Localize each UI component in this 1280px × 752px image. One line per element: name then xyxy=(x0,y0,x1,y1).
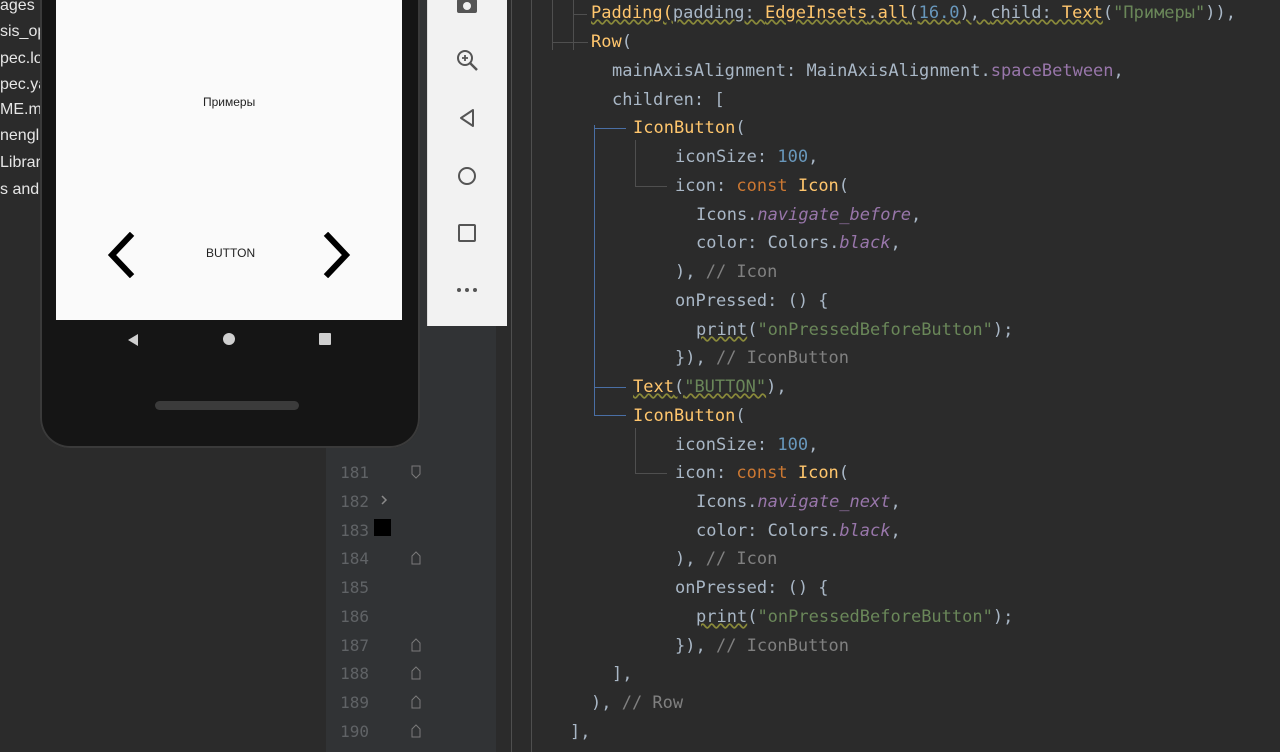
indent-guide-active xyxy=(594,125,595,415)
back-triangle-icon[interactable] xyxy=(126,332,140,348)
code-line[interactable]: icon: const Icon( xyxy=(675,463,849,483)
indent-guide xyxy=(573,14,587,15)
chevron-right-icon[interactable] xyxy=(320,232,354,278)
code-line[interactable]: ), // Icon xyxy=(675,262,777,282)
code-line[interactable]: color: Colors.black, xyxy=(696,521,901,541)
code-line[interactable]: children: [ xyxy=(612,90,725,110)
android-nav-bar xyxy=(56,320,402,360)
indent-guide xyxy=(635,140,636,187)
indent-guide xyxy=(531,0,532,752)
code-line[interactable]: ], xyxy=(612,664,632,684)
code-line[interactable]: IconButton( xyxy=(633,406,746,426)
code-line[interactable]: color: Colors.black, xyxy=(696,233,901,253)
indent-guide-active xyxy=(594,387,626,388)
code-line[interactable]: }), // IconButton xyxy=(675,348,849,368)
text-button-label: BUTTON xyxy=(206,246,256,260)
indent-guide xyxy=(635,428,636,473)
home-icon[interactable] xyxy=(451,160,483,192)
code-line[interactable]: Row( xyxy=(591,32,632,52)
camera-icon[interactable] xyxy=(451,0,483,22)
indent-guide xyxy=(511,0,512,752)
code-line[interactable]: IconButton( xyxy=(633,118,746,138)
code-line[interactable]: Icons.navigate_before, xyxy=(696,205,921,225)
indent-guide xyxy=(635,186,667,187)
home-circle-icon[interactable] xyxy=(222,332,236,346)
code-line[interactable]: Icons.navigate_next, xyxy=(696,492,901,512)
code-line[interactable]: icon: const Icon( xyxy=(675,176,849,196)
code-line[interactable]: ), // Row xyxy=(591,693,683,713)
emulator-screen[interactable]: Примеры BUTTON xyxy=(56,0,402,320)
code-line[interactable]: Padding(padding: EdgeInsets.all(16.0), c… xyxy=(591,3,1236,23)
more-icon[interactable] xyxy=(451,274,483,306)
indent-guide xyxy=(552,42,588,43)
recents-square-icon[interactable] xyxy=(318,332,332,346)
code-line[interactable]: print("onPressedBeforeButton"); xyxy=(696,320,1013,340)
back-icon[interactable] xyxy=(451,102,483,134)
code-line[interactable]: onPressed: () { xyxy=(675,291,829,311)
code-line[interactable]: iconSize: 100, xyxy=(675,147,818,167)
indent-guide-active xyxy=(594,128,626,129)
overview-icon[interactable] xyxy=(451,217,483,249)
code-line[interactable]: print("onPressedBeforeButton"); xyxy=(696,607,1013,627)
indent-guide-active xyxy=(594,415,626,416)
emulator-toolbar xyxy=(427,0,507,326)
code-line[interactable]: onPressed: () { xyxy=(675,578,829,598)
device-speaker xyxy=(155,401,299,410)
code-line[interactable]: Text("BUTTON"), xyxy=(633,377,787,397)
code-line[interactable]: iconSize: 100, xyxy=(675,435,818,455)
chevron-left-icon[interactable] xyxy=(104,232,138,278)
indent-guide xyxy=(635,473,667,474)
code-line[interactable]: mainAxisAlignment: MainAxisAlignment.spa… xyxy=(612,61,1124,81)
code-line[interactable]: ], xyxy=(570,722,590,742)
page-title: Примеры xyxy=(203,95,256,109)
code-line[interactable]: }), // IconButton xyxy=(675,636,849,656)
code-line[interactable]: ), // Icon xyxy=(675,549,777,569)
zoom-icon[interactable] xyxy=(451,44,483,76)
